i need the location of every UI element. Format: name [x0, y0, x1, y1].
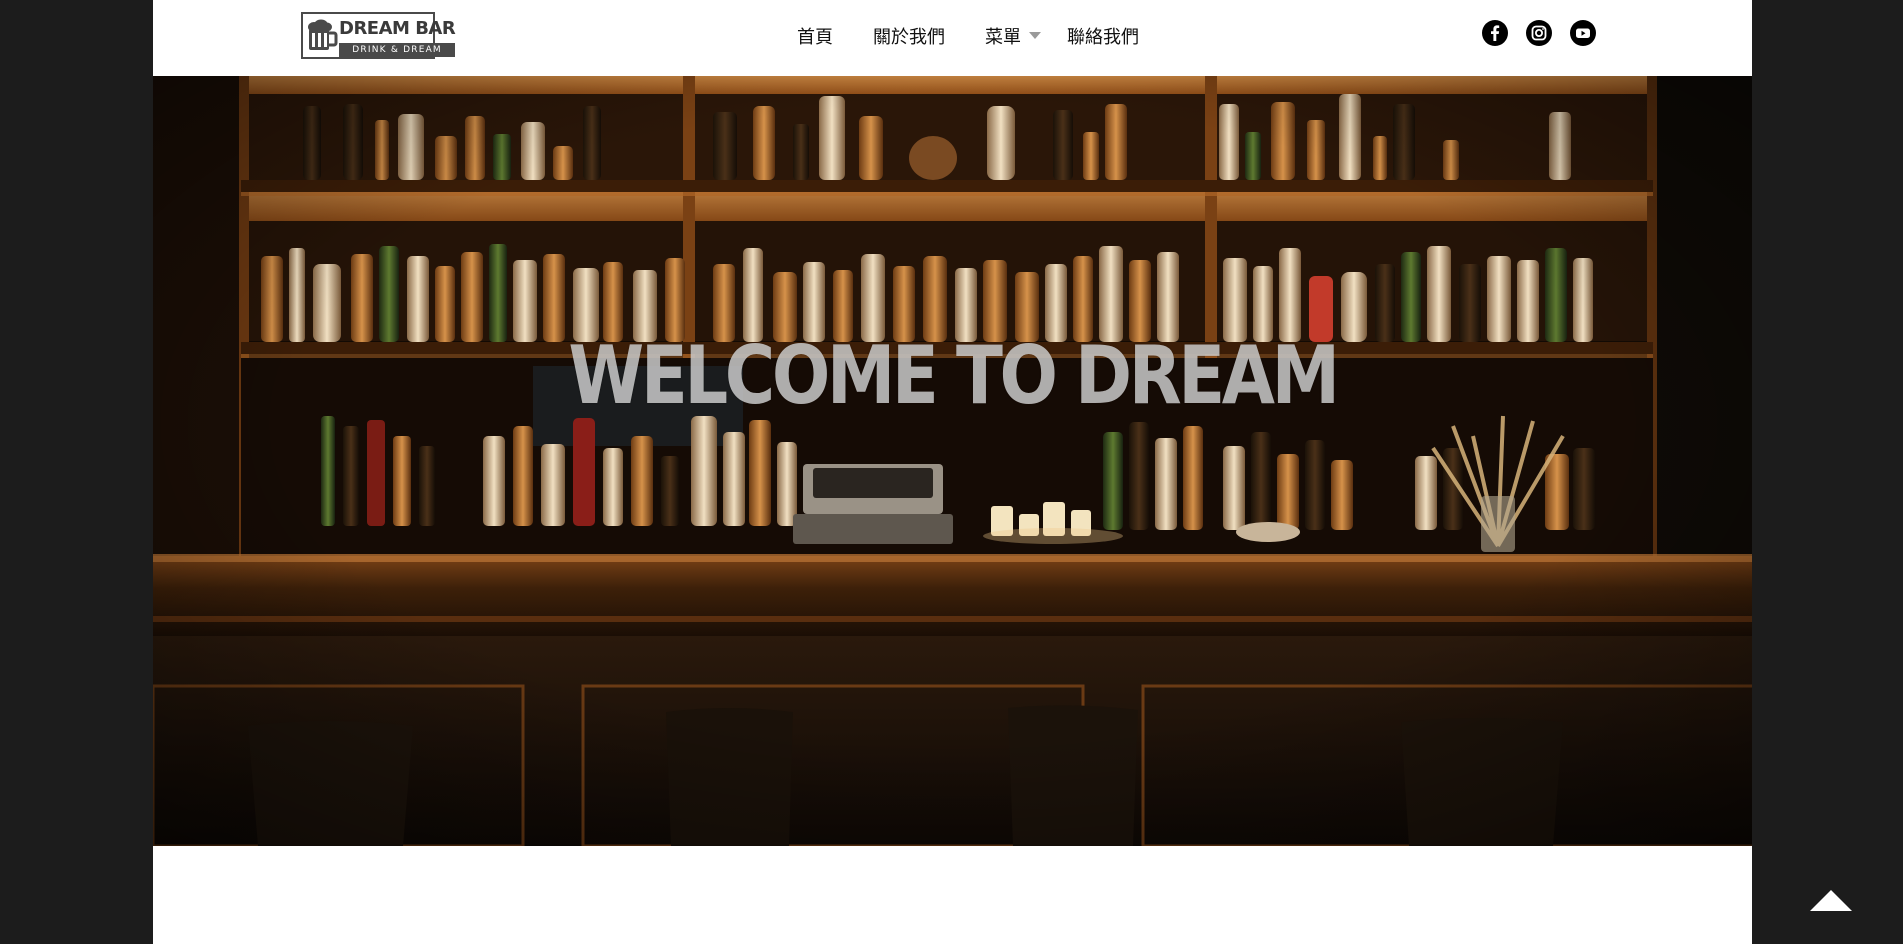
caret-down-icon: [1029, 31, 1041, 39]
brand-title: DREAM BAR: [339, 17, 456, 39]
site-header: DREAM BAR DRINK & DREAM 首頁 關於我們 菜單 聯絡我們: [153, 0, 1752, 76]
back-to-top-icon[interactable]: [1810, 890, 1852, 911]
brand-logo[interactable]: DREAM BAR DRINK & DREAM: [301, 12, 456, 59]
bar-interior-photo: [153, 76, 1752, 846]
nav-item-about[interactable]: 關於我們: [873, 23, 945, 49]
nav-item-menu[interactable]: 菜單: [985, 23, 1041, 49]
page-container: DREAM BAR DRINK & DREAM 首頁 關於我們 菜單 聯絡我們: [153, 0, 1752, 944]
nav-item-home[interactable]: 首頁: [797, 23, 833, 49]
nav-item-label: 聯絡我們: [1067, 27, 1139, 48]
beer-mug-icon: [303, 14, 339, 57]
social-links: [1482, 20, 1596, 46]
hero-title: WELCOME TO DREAM: [568, 329, 1340, 422]
nav-item-label: 首頁: [797, 27, 833, 48]
facebook-icon[interactable]: [1482, 20, 1508, 46]
nav-item-label: 關於我們: [873, 27, 945, 48]
nav-item-contact[interactable]: 聯絡我們: [1067, 23, 1139, 49]
youtube-icon[interactable]: [1570, 20, 1596, 46]
hero-banner: WELCOME TO DREAM: [153, 76, 1752, 846]
main-nav: 首頁 關於我們 菜單 聯絡我們: [797, 20, 1139, 52]
instagram-icon[interactable]: [1526, 20, 1552, 46]
brand-subtitle: DRINK & DREAM: [339, 43, 456, 57]
nav-item-label: 菜單: [985, 27, 1021, 48]
